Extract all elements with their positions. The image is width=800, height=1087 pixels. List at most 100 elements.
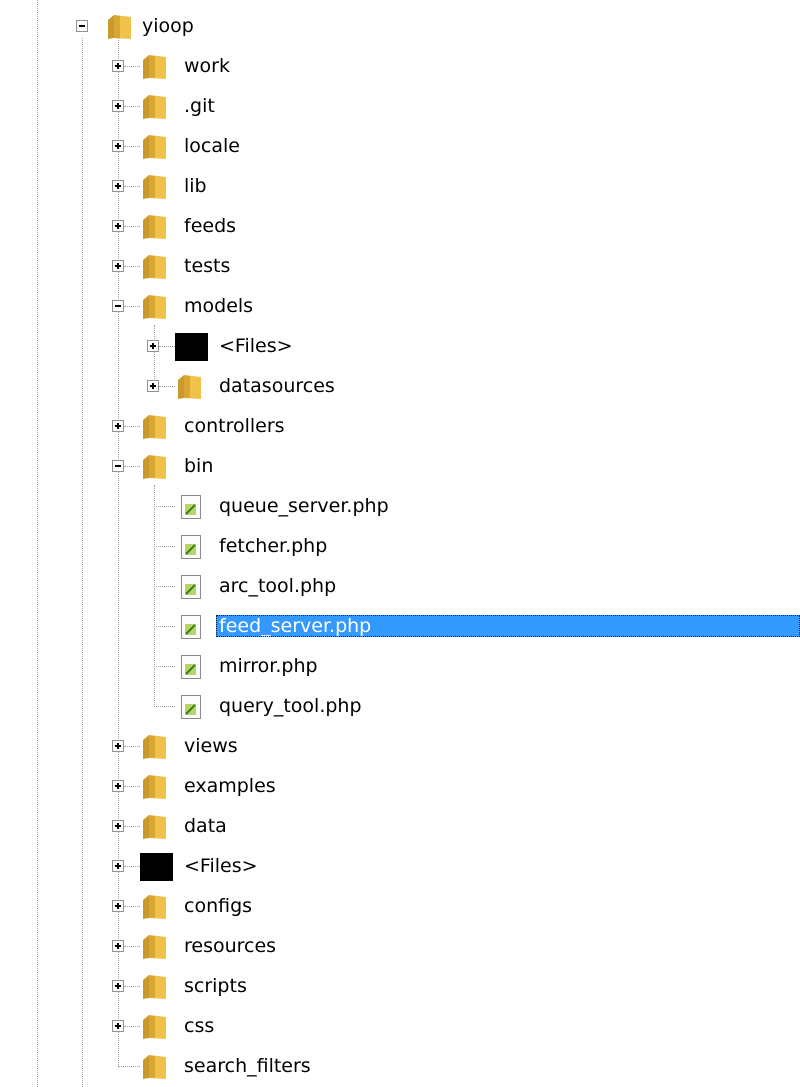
tree-item-label[interactable]: bin: [181, 455, 216, 477]
tree-item-label[interactable]: views: [181, 735, 241, 757]
php-file-icon: [181, 655, 201, 679]
tree-item-label[interactable]: arc_tool.php: [216, 575, 339, 597]
collapse-minus-icon[interactable]: [112, 460, 124, 472]
tree-item-views[interactable]: views: [0, 727, 800, 767]
tree-item-label[interactable]: search_filters: [181, 1055, 314, 1077]
tree-item-label[interactable]: data: [181, 815, 230, 837]
tree-item-files[interactable]: <Files>: [0, 847, 800, 887]
tree-item-label[interactable]: configs: [181, 895, 255, 917]
tree-item-label[interactable]: tests: [181, 255, 233, 277]
tree-item-feeds[interactable]: feeds: [0, 207, 800, 247]
tree-item-label[interactable]: locale: [181, 135, 243, 157]
tree-item-label[interactable]: examples: [181, 775, 279, 797]
expand-plus-icon[interactable]: [112, 740, 124, 752]
tree-item-label[interactable]: .git: [181, 95, 218, 117]
collapse-minus-icon[interactable]: [112, 300, 124, 312]
expand-plus-icon[interactable]: [112, 860, 124, 872]
folder-icon: [107, 14, 132, 40]
folder-icon: [142, 934, 167, 960]
tree-item-lib[interactable]: lib: [0, 167, 800, 207]
tree-connector-line: [124, 306, 140, 307]
tree-item-label[interactable]: feeds: [181, 215, 239, 237]
tree-connector-line: [124, 266, 140, 267]
tree-item-feed-server-php[interactable]: feed_server.php: [0, 607, 800, 647]
tree-item-examples[interactable]: examples: [0, 767, 800, 807]
expand-plus-icon[interactable]: [112, 940, 124, 952]
tree-item-css[interactable]: css: [0, 1007, 800, 1047]
tree-item-work[interactable]: work: [0, 47, 800, 87]
tree-item-search-filters[interactable]: search_filters: [0, 1047, 800, 1087]
tree-item-git[interactable]: .git: [0, 87, 800, 127]
php-file-icon: [181, 615, 201, 639]
tree-item-tests[interactable]: tests: [0, 247, 800, 287]
tree-connector-line: [124, 466, 140, 467]
expand-plus-icon[interactable]: [112, 180, 124, 192]
folder-icon: [142, 774, 167, 800]
folder-tree[interactable]: yioop work .git locale lib feeds tests models <…: [0, 0, 800, 1087]
tree-item-locale[interactable]: locale: [0, 127, 800, 167]
tree-connector-line: [124, 946, 140, 947]
expand-plus-icon[interactable]: [112, 900, 124, 912]
php-file-icon: [181, 495, 201, 519]
tree-item-label[interactable]: scripts: [181, 975, 250, 997]
tree-connector-line: [124, 426, 140, 427]
tree-item-datasources[interactable]: datasources: [0, 367, 800, 407]
tree-item-label[interactable]: models: [181, 295, 256, 317]
tree-item-queue-server-php[interactable]: queue_server.php: [0, 487, 800, 527]
folder-icon: [142, 294, 167, 320]
tree-item-label[interactable]: fetcher.php: [216, 535, 330, 557]
tree-item-label[interactable]: yioop: [139, 15, 197, 37]
tree-item-label[interactable]: queue_server.php: [216, 495, 392, 517]
tree-connector-line: [124, 186, 140, 187]
folder-icon: [142, 1054, 167, 1080]
expand-plus-icon[interactable]: [112, 260, 124, 272]
tree-item-label[interactable]: controllers: [181, 415, 288, 437]
tree-item-scripts[interactable]: scripts: [0, 967, 800, 1007]
tree-connector-line: [154, 506, 175, 507]
tree-item-models[interactable]: models: [0, 287, 800, 327]
tree-connector-line: [124, 106, 140, 107]
tree-item-label[interactable]: query_tool.php: [216, 695, 365, 717]
tree-item-bin[interactable]: bin: [0, 447, 800, 487]
tree-item-arc-tool-php[interactable]: arc_tool.php: [0, 567, 800, 607]
expand-plus-icon[interactable]: [112, 60, 124, 72]
tree-item-label[interactable]: css: [181, 1015, 217, 1037]
tree-item-label[interactable]: lib: [181, 175, 210, 197]
tree-item-label[interactable]: feed_server.php: [216, 615, 800, 637]
expand-plus-icon[interactable]: [112, 780, 124, 792]
expand-plus-icon[interactable]: [112, 140, 124, 152]
expand-plus-icon[interactable]: [112, 820, 124, 832]
expand-plus-icon[interactable]: [112, 1020, 124, 1032]
tree-connector-line: [124, 146, 140, 147]
folder-icon: [142, 454, 167, 480]
tree-item-label[interactable]: resources: [181, 935, 279, 957]
tree-item-controllers[interactable]: controllers: [0, 407, 800, 447]
tree-item-label[interactable]: <Files>: [216, 335, 296, 357]
tree-item-configs[interactable]: configs: [0, 887, 800, 927]
expand-plus-icon[interactable]: [112, 220, 124, 232]
tree-item-label[interactable]: work: [181, 55, 233, 77]
tree-item-label[interactable]: datasources: [216, 375, 338, 397]
expand-plus-icon[interactable]: [147, 340, 159, 352]
tree-item-files[interactable]: <Files>: [0, 327, 800, 367]
expand-plus-icon[interactable]: [147, 380, 159, 392]
collapse-expander-icon[interactable]: [76, 20, 88, 32]
tree-item-query-tool-php[interactable]: query_tool.php: [0, 687, 800, 727]
tree-connector-line: [159, 346, 175, 347]
tree-connector-line: [124, 786, 140, 787]
tree-connector-line: [124, 826, 140, 827]
tree-item-label[interactable]: <Files>: [181, 855, 261, 877]
expand-plus-icon[interactable]: [112, 100, 124, 112]
tree-item-yioop[interactable]: yioop: [0, 7, 800, 47]
tree-connector-line: [124, 66, 140, 67]
tree-item-data[interactable]: data: [0, 807, 800, 847]
expand-plus-icon[interactable]: [112, 420, 124, 432]
tree-item-label[interactable]: mirror.php: [216, 655, 321, 677]
files-group-icon: [140, 853, 173, 881]
tree-connector-line: [124, 226, 140, 227]
tree-connector-line: [124, 746, 140, 747]
tree-item-mirror-php[interactable]: mirror.php: [0, 647, 800, 687]
expand-plus-icon[interactable]: [112, 980, 124, 992]
tree-item-fetcher-php[interactable]: fetcher.php: [0, 527, 800, 567]
tree-item-resources[interactable]: resources: [0, 927, 800, 967]
